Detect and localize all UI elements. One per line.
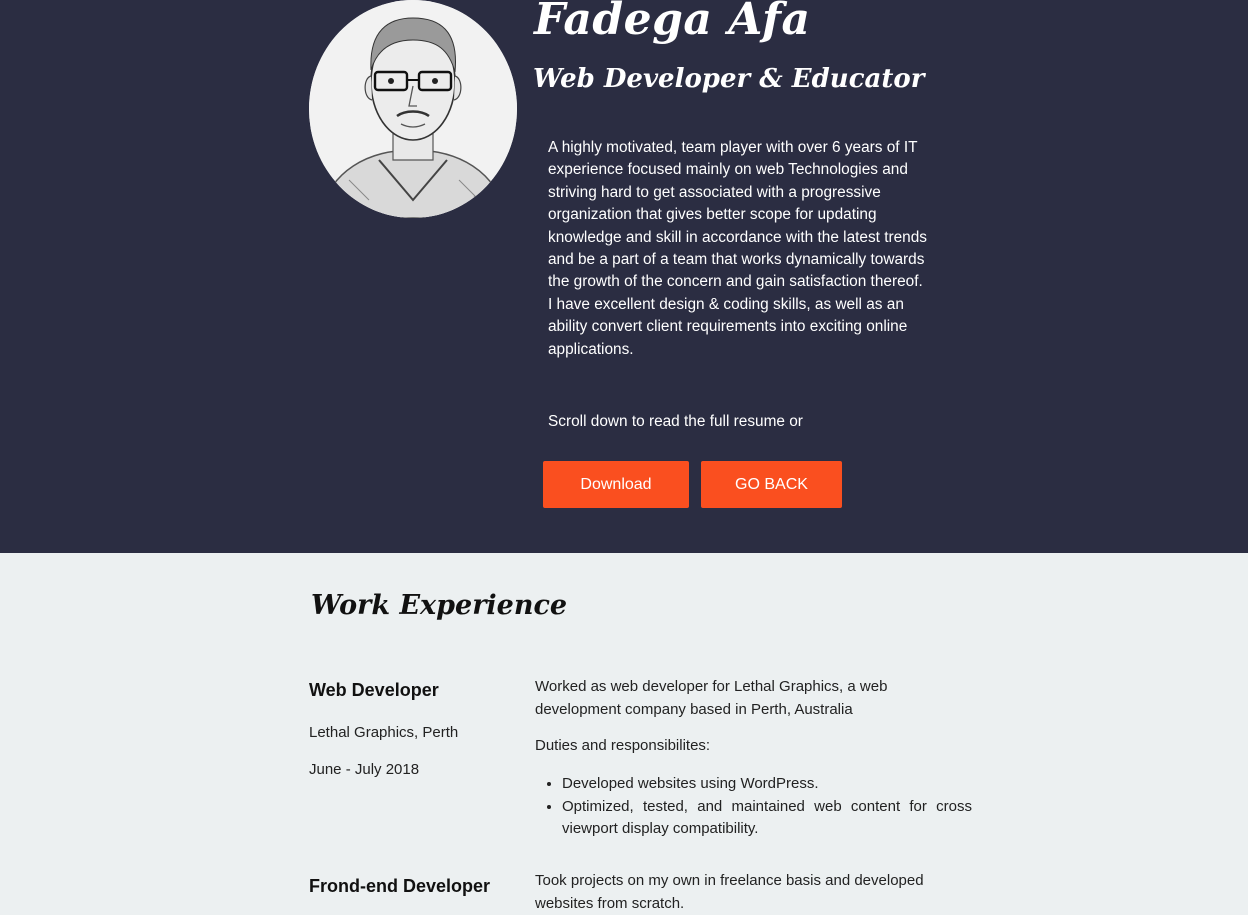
scroll-note: Scroll down to read the full resume or [548, 413, 803, 430]
duty-item: Optimized, tested, and maintained web co… [562, 796, 972, 841]
profile-name: Fadega Afa [534, 0, 811, 45]
duty-item: Developed websites using WordPress. [562, 773, 972, 796]
portrait-sketch [309, 0, 517, 218]
duties-list: Developed websites using WordPress. Opti… [535, 773, 972, 841]
hero-section: Fadega Afa Web Developer & Educator A hi… [0, 0, 1248, 553]
profile-photo [309, 0, 517, 218]
go-back-button[interactable]: GO BACK [701, 461, 842, 508]
job-title: Frond-end Developer [309, 876, 491, 896]
job-title: Web Developer [309, 680, 439, 700]
download-button[interactable]: Download [543, 461, 689, 508]
duties-heading: Duties and responsibilites: [535, 737, 711, 754]
profile-bio: A highly motivated, team player with ove… [548, 139, 927, 358]
job-summary: Worked as web developer for Lethal Graph… [535, 678, 888, 718]
job-dates: June - July 2018 [309, 761, 420, 778]
profile-role: Web Developer & Educator [533, 64, 925, 94]
job-company: Lethal Graphics, Perth [309, 724, 459, 741]
job-summary: Took projects on my own in freelance bas… [535, 872, 924, 912]
work-experience-heading: Work Experience [311, 590, 568, 621]
